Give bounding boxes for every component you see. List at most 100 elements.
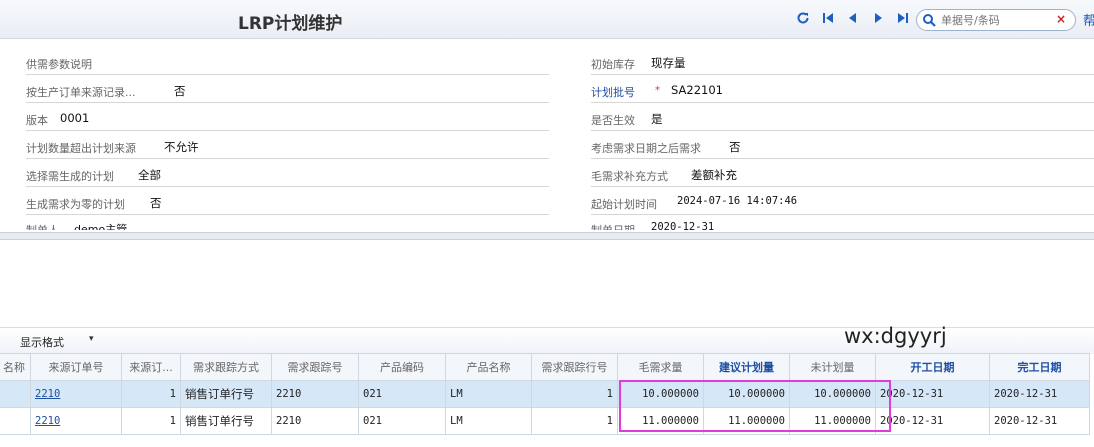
field-value: 2024-07-16 14:07:46 [677,195,798,207]
field-plan-batch[interactable]: 计划批号 * SA22101 [591,80,1094,103]
search-input[interactable] [939,12,1053,29]
column-header[interactable]: 需求跟踪方式 [180,353,272,381]
column-header[interactable]: 毛需求量 [617,353,704,381]
display-format-button[interactable]: 显示格式 [20,334,64,350]
column-header[interactable]: 产品名称 [445,353,532,381]
refresh-icon[interactable] [796,11,810,25]
source-order-link[interactable]: 2210 [35,415,60,427]
field-label: 考虑需求日期之后需求 [591,142,701,155]
table-cell[interactable] [0,407,31,435]
column-header[interactable]: 名称 [0,353,31,381]
table-cell[interactable]: 2020-12-31 [989,380,1090,408]
table-cell[interactable]: 2210 [271,380,359,408]
table-row[interactable]: 2210 1 销售订单行号 2210 021 LM 1 11.000000 11… [0,407,1090,435]
table-cell[interactable]: 销售订单行号 [180,380,272,408]
table-cell[interactable]: 11.000000 [703,407,790,435]
title-bar: LRP计划维护 × 帮 [0,0,1094,39]
grid-header-row: 名称 来源订单号 来源订... 需求跟踪方式 需求跟踪号 产品编码 产品名称 需… [0,353,1090,381]
column-header[interactable]: 开工日期 [875,353,990,381]
table-cell[interactable]: 1 [121,380,181,408]
table-cell[interactable]: 2210 [271,407,359,435]
table-cell[interactable]: 021 [358,407,446,435]
field-value: 否 [174,84,186,98]
field-is-effective[interactable]: 是否生效 是 [591,108,1094,131]
table-cell[interactable]: 021 [358,380,446,408]
column-header[interactable]: 需求跟踪号 [271,353,359,381]
field-select-plan[interactable]: 选择需生成的计划 全部 [26,164,549,187]
panel-divider[interactable] [0,232,1094,240]
table-cell[interactable]: 10.000000 [703,380,790,408]
field-label: 选择需生成的计划 [26,170,114,183]
watermark: wx:dgyyrj [844,324,947,348]
column-header[interactable]: 未计划量 [789,353,876,381]
field-value: 差额补充 [691,168,737,182]
source-order-link[interactable]: 2210 [35,388,60,400]
field-label: 毛需求补充方式 [591,170,668,183]
field-zero-demand-plan[interactable]: 生成需求为零的计划 否 [26,192,549,215]
field-after-due-demand[interactable]: 考虑需求日期之后需求 否 [591,136,1094,159]
table-cell[interactable]: 2020-12-31 [875,380,990,408]
field-label: 起始计划时间 [591,198,657,211]
detail-grid: 名称 来源订单号 来源订... 需求跟踪方式 需求跟踪号 产品编码 产品名称 需… [0,353,1090,435]
help-link-partial[interactable]: 帮 [1083,10,1094,29]
field-label: 初始库存 [591,58,635,71]
field-version[interactable]: 版本 0001 [26,108,549,131]
table-cell[interactable]: 2020-12-31 [875,407,990,435]
field-value: 是 [651,112,663,126]
table-cell[interactable]: 10.000000 [789,380,876,408]
table-cell[interactable]: 1 [531,380,618,408]
first-page-icon[interactable] [821,11,835,25]
table-cell[interactable]: LM [445,407,532,435]
table-cell[interactable]: 10.000000 [617,380,704,408]
field-label: 计划数量超出计划来源 [26,142,136,155]
clear-icon[interactable]: × [1056,12,1066,26]
field-value: demo主管 [74,223,128,230]
field-value: 否 [150,196,162,210]
field-label: 版本 [26,114,48,127]
table-cell[interactable]: 1 [121,407,181,435]
column-header[interactable]: 产品编码 [358,353,446,381]
page-title: LRP计划维护 [238,14,343,34]
table-cell[interactable]: 11.000000 [617,407,704,435]
last-page-icon[interactable] [896,11,910,25]
field-by-production-order[interactable]: 按生产订单来源记录... 否 [26,80,549,103]
field-value: 现存量 [651,56,686,70]
field-supply-param-desc[interactable]: 供需参数说明 [26,52,549,75]
column-header[interactable]: 来源订单号 [30,353,122,381]
column-header[interactable]: 完工日期 [989,353,1090,381]
field-initial-stock[interactable]: 初始库存 现存量 [591,52,1094,75]
table-row[interactable]: 2210 1 销售订单行号 2210 021 LM 1 10.000000 10… [0,380,1090,408]
search-box[interactable]: × [916,9,1076,31]
table-cell[interactable]: 11.000000 [789,407,876,435]
table-cell[interactable] [0,380,31,408]
field-label: 按生产订单来源记录... [26,86,136,99]
field-plan-start-time[interactable]: 起始计划时间 2024-07-16 14:07:46 [591,192,1094,215]
field-value: 否 [729,140,741,154]
field-value: 全部 [138,168,161,182]
field-label: 是否生效 [591,114,635,127]
prev-page-icon[interactable] [846,11,860,25]
table-cell[interactable]: LM [445,380,532,408]
field-label: 生成需求为零的计划 [26,198,125,211]
search-icon[interactable] [922,13,936,27]
required-mark: * [655,85,660,96]
table-cell[interactable]: 销售订单行号 [180,407,272,435]
field-value: 2020-12-31 [651,221,715,230]
clipped-form-row: 制单人 demo主管 制单日期 2020-12-31 [0,218,1094,230]
table-cell[interactable]: 2210 [30,380,122,408]
field-label: 计划批号 [591,86,635,99]
column-header[interactable]: 需求跟踪行号 [531,353,618,381]
field-value: 0001 [60,111,90,125]
table-cell[interactable]: 2020-12-31 [989,407,1090,435]
table-cell[interactable]: 1 [531,407,618,435]
field-gross-replenish-mode[interactable]: 毛需求补充方式 差额补充 [591,164,1094,187]
field-exceed-plan-source[interactable]: 计划数量超出计划来源 不允许 [26,136,549,159]
field-value: SA22101 [671,83,723,97]
chevron-down-icon[interactable]: ▾ [89,334,94,344]
column-header[interactable]: 建议计划量 [703,353,790,381]
field-label: 制单人 [26,222,59,230]
record-nav [796,11,910,25]
column-header[interactable]: 来源订... [121,353,181,381]
table-cell[interactable]: 2210 [30,407,122,435]
next-page-icon[interactable] [871,11,885,25]
